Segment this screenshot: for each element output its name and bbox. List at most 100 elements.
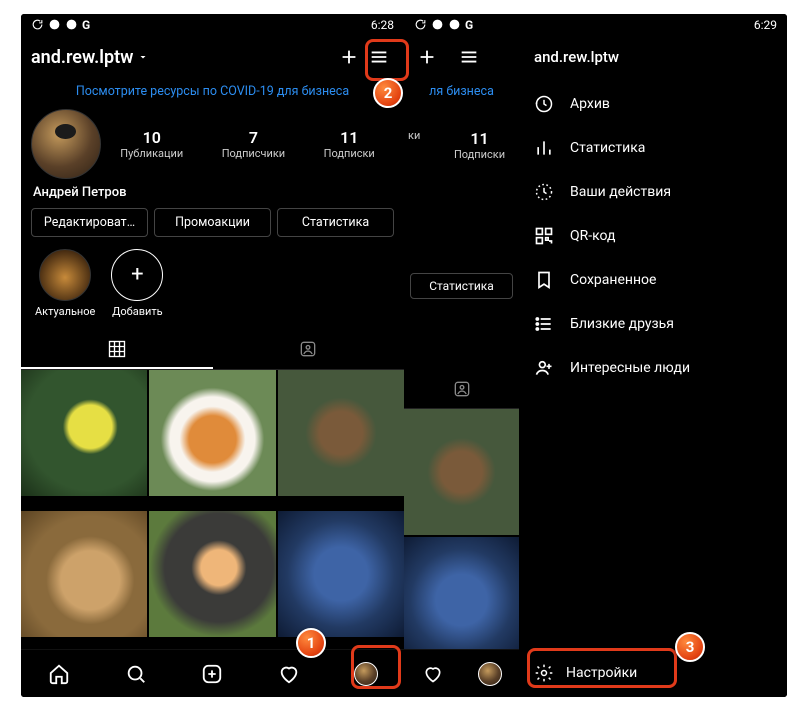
story-highlights: Актуальное + Добавить (21, 237, 404, 326)
profile-action-row: Редактироват… Промоакции Статистика (21, 208, 404, 237)
refresh-icon (414, 18, 427, 31)
insights-button[interactable]: Статистика (410, 273, 513, 299)
post-thumb[interactable] (278, 511, 404, 637)
post-thumb[interactable] (21, 370, 147, 496)
post-thumb[interactable] (404, 409, 519, 535)
chevron-down-icon (137, 51, 149, 63)
avatar-icon (478, 662, 502, 686)
menu-label: Близкие друзья (570, 316, 674, 332)
nav-create[interactable] (200, 662, 224, 686)
menu-label: Настройки (566, 665, 637, 681)
menu-insights[interactable]: Статистика (520, 126, 787, 170)
menu-discover[interactable]: Интересные люди (520, 346, 787, 390)
covid-banner[interactable]: Посмотрите ресурсы по COVID-19 для бизне… (21, 78, 404, 109)
tagged-icon (452, 379, 472, 399)
create-button[interactable] (334, 42, 364, 72)
stat-posts[interactable]: 10 Публикации (120, 128, 183, 160)
covid-banner-partial[interactable]: ля бизнеса (404, 78, 519, 109)
nav-search[interactable] (124, 662, 148, 686)
avatar-icon (354, 662, 378, 686)
hamburger-button[interactable] (454, 42, 484, 72)
side-menu: and.rew.lptw Архив Статистика (519, 36, 787, 697)
plus-circle-icon: + (111, 249, 163, 301)
posts-grid (21, 370, 404, 649)
phone-icon (65, 18, 78, 31)
profile-avatar[interactable] (31, 109, 101, 179)
menu-label: QR-код (570, 228, 616, 244)
search-icon (125, 663, 147, 685)
nav-activity[interactable] (277, 662, 301, 686)
edit-profile-button[interactable]: Редактироват… (31, 208, 148, 237)
menu-archive[interactable]: Архив (520, 82, 787, 126)
list-icon (534, 314, 554, 334)
menu-label: Ваши действия (570, 184, 671, 200)
profile-stats-row: 10 Публикации 7 Подписчики 11 Подписки (21, 109, 404, 179)
post-thumb[interactable] (149, 370, 275, 496)
menu-saved[interactable]: Сохраненное (520, 258, 787, 302)
display-name: Андрей Петров (21, 179, 404, 208)
heart-icon (278, 663, 300, 685)
create-button[interactable] (412, 42, 442, 72)
hamburger-icon (458, 46, 480, 68)
highlight-thumb (39, 249, 91, 301)
underlying-strip: ля бизнеса ки 11 Подписки Статистика (404, 36, 519, 697)
bottom-nav (21, 649, 404, 697)
activity-icon (534, 182, 554, 202)
status-bar: G 6:28 (21, 14, 404, 36)
post-thumb[interactable] (404, 537, 519, 649)
clock: 6:28 (371, 18, 394, 32)
menu-label: Архив (570, 96, 610, 112)
profile-tabs (21, 330, 404, 370)
chat-icon (48, 18, 61, 31)
username-dropdown[interactable]: and.rew.lptw (31, 47, 149, 68)
g-icon: G (82, 18, 90, 32)
promotions-button[interactable]: Промоакции (154, 208, 271, 237)
menu-qr[interactable]: QR-код (520, 214, 787, 258)
hamburger-icon (368, 46, 390, 68)
clock: 6:29 (754, 18, 777, 32)
status-bar: G 6:29 (404, 14, 787, 36)
nav-home[interactable] (47, 662, 71, 686)
menu-settings[interactable]: Настройки (520, 651, 787, 697)
archive-icon (534, 94, 554, 114)
phone-menu: G 6:29 ля бизнеса (404, 14, 787, 697)
menu-activity[interactable]: Ваши действия (520, 170, 787, 214)
refresh-icon (31, 18, 44, 31)
nav-profile[interactable] (478, 662, 502, 686)
menu-label: Интересные люди (570, 360, 690, 376)
stat-followers[interactable]: 7 Подписчики (222, 128, 285, 160)
stat-following[interactable]: 11 Подписки (324, 128, 375, 160)
home-icon (48, 663, 70, 685)
phone-profile: G 6:28 and.rew.lptw Посмотрите ресурсы п… (21, 14, 404, 697)
plus-icon (416, 46, 438, 68)
profile-header: and.rew.lptw (21, 36, 404, 78)
nav-profile[interactable] (354, 662, 378, 686)
post-thumb[interactable] (149, 511, 275, 637)
highlight-label: Актуальное (35, 305, 95, 318)
tagged-icon (298, 339, 318, 359)
highlight-label: Добавить (111, 305, 163, 318)
phone-icon (448, 18, 461, 31)
insights-button[interactable]: Статистика (277, 208, 394, 237)
tab-tagged[interactable] (404, 369, 519, 409)
heart-icon (423, 664, 443, 684)
highlight-actual[interactable]: Актуальное (35, 249, 95, 318)
highlight-add[interactable]: + Добавить (111, 249, 163, 318)
g-icon: G (465, 18, 473, 32)
tab-grid[interactable] (21, 330, 213, 369)
username: and.rew.lptw (31, 47, 133, 68)
post-thumb[interactable] (21, 511, 147, 637)
chat-icon (431, 18, 444, 31)
plus-box-icon (201, 663, 223, 685)
add-person-icon (534, 358, 554, 378)
bar-chart-icon (534, 138, 554, 158)
qr-icon (534, 226, 554, 246)
post-thumb[interactable] (278, 370, 404, 496)
hamburger-button[interactable] (364, 42, 394, 72)
grid-icon (107, 339, 127, 359)
nav-activity[interactable] (421, 662, 445, 686)
plus-icon (338, 46, 360, 68)
menu-close-friends[interactable]: Близкие друзья (520, 302, 787, 346)
tab-tagged[interactable] (213, 330, 405, 369)
gear-icon (534, 663, 554, 683)
